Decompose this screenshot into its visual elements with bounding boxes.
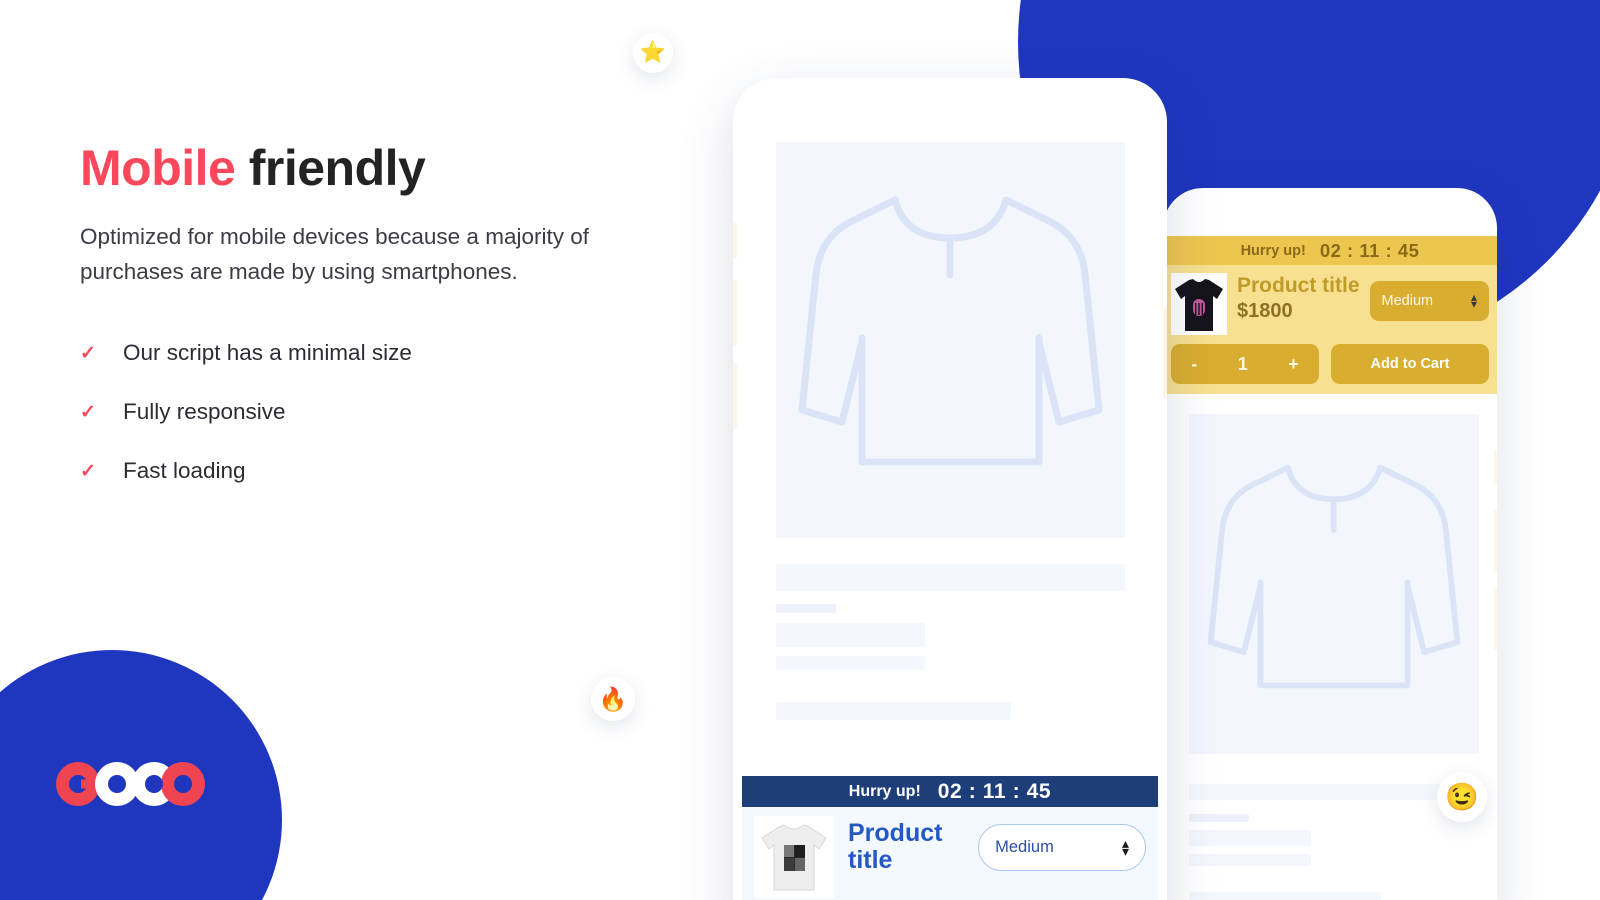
skeleton-line: [776, 604, 836, 613]
skeleton-line: [776, 564, 1125, 591]
page-title: Mobile friendly: [80, 140, 640, 196]
main-product-hero: [776, 142, 1125, 538]
page-title-accent: Mobile: [80, 140, 236, 196]
main-promo-body: Product title Medium ▴▾ - 1 + Add to Car…: [742, 807, 1158, 900]
copy-column: Mobile friendly Optimized for mobile dev…: [80, 140, 640, 501]
page-title-rest: friendly: [235, 140, 426, 196]
secondary-quantity-increase-button[interactable]: +: [1288, 354, 1299, 375]
longsleeve-shirt-placeholder-icon: [798, 196, 1103, 466]
secondary-quantity-decrease-button[interactable]: -: [1191, 354, 1197, 375]
skeleton-line: [776, 623, 925, 647]
phone-side-button: [733, 280, 737, 346]
secondary-product-hero: [1189, 414, 1479, 754]
main-countdown-timer: 02 : 11 : 45: [937, 779, 1052, 803]
secondary-hurry-label: Hurry up!: [1240, 242, 1306, 259]
secondary-size-select[interactable]: Medium ▴ ▾: [1369, 281, 1489, 321]
feature-label: Fast loading: [123, 458, 246, 484]
main-promo-bar: Hurry up! 02 : 11 : 45 Product title Med…: [742, 776, 1158, 900]
check-icon: ✓: [80, 460, 96, 482]
phone-side-button: [1163, 308, 1167, 398]
longsleeve-shirt-placeholder-icon: [1207, 464, 1461, 689]
check-icon: ✓: [80, 342, 96, 364]
secondary-add-to-cart-button[interactable]: Add to Cart: [1331, 344, 1489, 384]
secondary-product-title: Product title: [1237, 274, 1360, 297]
main-product-title: Product title: [848, 819, 943, 874]
fire-icon: 🔥: [598, 685, 628, 712]
main-phone-mockup: Hurry up! 02 : 11 : 45 Product title Med…: [733, 78, 1167, 900]
main-product-thumbnail: [754, 816, 834, 898]
secondary-promo-bar: Hurry up! 02 : 11 : 45 Product title $18…: [1163, 236, 1497, 394]
wink-badge: 😉: [1437, 772, 1487, 822]
chevron-updown-icon: ▴ ▾: [1121, 834, 1129, 859]
gooo-logo-icon: [56, 762, 205, 806]
skeleton-line: [776, 702, 1011, 720]
main-countdown-header: Hurry up! 02 : 11 : 45: [742, 776, 1158, 807]
main-size-value: Medium: [995, 838, 1054, 856]
fire-badge: 🔥: [591, 677, 635, 721]
skeleton-line: [1189, 830, 1311, 846]
secondary-quantity-value: 1: [1237, 353, 1248, 374]
secondary-quantity-stepper[interactable]: - 1 +: [1171, 344, 1319, 384]
phone-side-button: [733, 363, 737, 429]
wink-face-icon: 😉: [1445, 782, 1479, 812]
feature-label: Fully responsive: [123, 399, 286, 425]
secondary-promo-body: Product title $1800 Medium ▴ ▾ - 1 + Add…: [1163, 265, 1497, 394]
page-subtitle: Optimized for mobile devices because a m…: [80, 224, 589, 284]
phone-side-button: [1494, 510, 1497, 572]
chevron-updown-icon: ▴ ▾: [1470, 290, 1477, 311]
main-phone-screen: Hurry up! 02 : 11 : 45 Product title Med…: [742, 108, 1158, 900]
feature-list: ✓ Our script has a minimal size ✓ Fully …: [80, 324, 640, 501]
secondary-product-price: $1800: [1237, 299, 1293, 322]
phone-side-button: [1494, 450, 1497, 484]
secondary-countdown-timer: 02 : 11 : 45: [1319, 239, 1420, 261]
feature-label: Our script has a minimal size: [123, 340, 412, 366]
white-tshirt-thumb-icon: [761, 824, 827, 891]
check-icon: ✓: [80, 401, 96, 423]
secondary-size-value: Medium: [1381, 293, 1434, 309]
main-size-select[interactable]: Medium ▴ ▾: [978, 824, 1146, 871]
skeleton-line: [776, 656, 925, 670]
list-item: ✓ Fast loading: [80, 442, 640, 501]
phone-side-button: [1494, 588, 1497, 650]
skeleton-line: [1189, 814, 1249, 822]
black-tshirt-thumb-icon: [1175, 279, 1223, 331]
phone-side-button: [733, 223, 737, 259]
list-item: ✓ Our script has a minimal size: [80, 324, 640, 383]
brand-logo: [50, 760, 208, 808]
list-item: ✓ Fully responsive: [80, 383, 640, 442]
landing-slide: Hurry up! 02 : 11 : 45 Product title $18…: [0, 0, 1600, 900]
star-badge: ⭐: [633, 33, 673, 73]
secondary-countdown-header: Hurry up! 02 : 11 : 45: [1163, 236, 1497, 265]
star-icon: ⭐: [639, 41, 667, 64]
skeleton-line: [1189, 854, 1311, 866]
secondary-product-thumbnail: [1171, 273, 1227, 335]
main-hurry-label: Hurry up!: [848, 782, 921, 800]
skeleton-line: [1189, 892, 1381, 900]
